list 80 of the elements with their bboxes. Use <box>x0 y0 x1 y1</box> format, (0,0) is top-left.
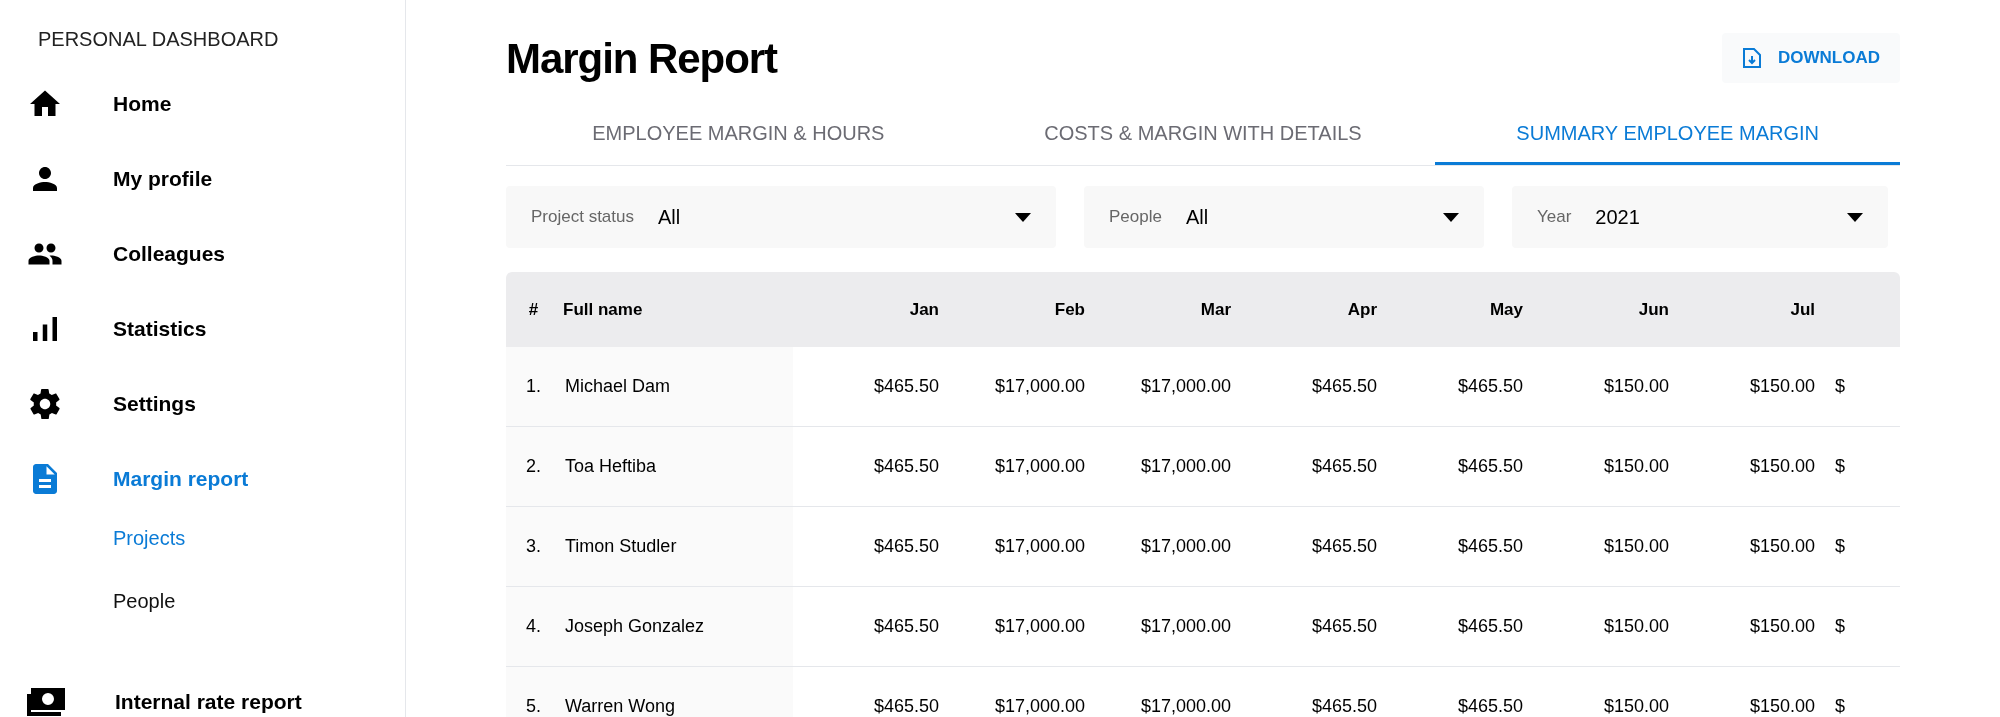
table-cell-text: $465.50 <box>872 455 939 478</box>
table-cell-text: $17,000.00 <box>993 455 1085 478</box>
table-cell-text: $ <box>1834 375 1845 398</box>
table-cell-text: $17,000.00 <box>1139 695 1231 717</box>
sidebar-item[interactable]: Settings <box>26 366 405 441</box>
column-header: Mar <box>1199 298 1231 321</box>
sidebar-item[interactable]: Statistics <box>26 291 405 366</box>
table-cell: Warren Wong <box>561 667 793 717</box>
table-cell-text: $17,000.00 <box>993 375 1085 398</box>
sidebar-item[interactable]: My profile <box>26 141 405 216</box>
table-cell-text: $17,000.00 <box>993 695 1085 717</box>
sidebar-subitem[interactable]: People <box>113 569 405 632</box>
tab[interactable]: COSTS & MARGIN WITH DETAILS <box>970 104 1436 165</box>
table-cell-text: $465.50 <box>872 615 939 638</box>
sidebar-item[interactable]: Colleagues <box>26 216 405 291</box>
column-header: May <box>1488 298 1523 321</box>
table-cell-text: $465.50 <box>872 535 939 558</box>
dropdown-field[interactable]: Project status All <box>506 186 1056 248</box>
table-cell-text: $465.50 <box>872 695 939 717</box>
table-cell-text: $17,000.00 <box>993 535 1085 558</box>
sidebar-item[interactable]: Home <box>26 66 405 141</box>
dropdown-field[interactable]: Year 2021 <box>1512 186 1888 248</box>
table-cell: 3. <box>506 507 561 586</box>
table-cell-text: $150.00 <box>1602 535 1669 558</box>
table-cell-text: $465.50 <box>1310 535 1377 558</box>
table-cell: 2. <box>506 427 561 506</box>
table-cell-text: $465.50 <box>872 375 939 398</box>
table-cell-text: $ <box>1834 535 1845 558</box>
table-cell-text: $465.50 <box>1456 615 1523 638</box>
file-download-icon <box>1742 47 1762 69</box>
cash-icon <box>27 688 65 716</box>
caret-icon <box>1847 212 1863 222</box>
table-cell-text: $ <box>1834 615 1845 638</box>
table-cell-text: $465.50 <box>1456 535 1523 558</box>
column-header: Apr <box>1346 298 1377 321</box>
column-header: Jun <box>1637 298 1669 321</box>
table-cell: Timon Studler <box>561 507 793 586</box>
dropdown-field[interactable]: People All <box>1084 186 1484 248</box>
table-cell-text: $ <box>1834 695 1845 717</box>
table-cell-text: $ <box>1834 455 1845 478</box>
table-cell: Michael Dam <box>561 347 793 426</box>
caret-icon <box>1443 212 1459 222</box>
table-cell-text: $150.00 <box>1748 615 1815 638</box>
table-cell-text: $465.50 <box>1310 455 1377 478</box>
table-cell-text: $150.00 <box>1602 455 1669 478</box>
table-cell-text: $17,000.00 <box>1139 375 1231 398</box>
column-header: Jan <box>908 298 939 321</box>
table-cell-text: $150.00 <box>1748 375 1815 398</box>
table-cell-text: $150.00 <box>1602 695 1669 717</box>
table-cell-text: $17,000.00 <box>1139 615 1231 638</box>
table-cell-text: $150.00 <box>1602 375 1669 398</box>
table-cell: 1. <box>506 347 561 426</box>
table-cell-text: $150.00 <box>1748 695 1815 717</box>
table-cell-text: $150.00 <box>1748 535 1815 558</box>
column-header: Feb <box>1053 298 1085 321</box>
column-header: Jul <box>1789 298 1815 321</box>
page-title: Margin Report <box>506 33 778 84</box>
table-cell-text: $465.50 <box>1456 695 1523 717</box>
tab[interactable]: EMPLOYEE MARGIN & HOURS <box>506 104 971 165</box>
column-header: # <box>527 298 540 321</box>
download-button[interactable]: DOWNLOAD <box>1722 33 1900 83</box>
table-cell-text: $465.50 <box>1310 695 1377 717</box>
caret-icon <box>1015 212 1031 222</box>
table-cell-text: $465.50 <box>1456 455 1523 478</box>
table-cell-text: $17,000.00 <box>1139 535 1231 558</box>
tab[interactable]: SUMMARY EMPLOYEE MARGIN <box>1435 104 1900 165</box>
table-cell-text: $150.00 <box>1602 615 1669 638</box>
table-cell-text: $150.00 <box>1748 455 1815 478</box>
table-cell-text: $465.50 <box>1456 375 1523 398</box>
table-cell-text: $465.50 <box>1310 615 1377 638</box>
table-cell-text: $17,000.00 <box>1139 455 1231 478</box>
column-header: Full name <box>562 298 644 321</box>
table-cell: 5. <box>506 667 561 717</box>
table-cell-text: $465.50 <box>1310 375 1377 398</box>
sidebar-item[interactable]: Internal rate report <box>26 687 405 717</box>
table-cell: Toa Heftiba <box>561 427 793 506</box>
table-cell: Joseph Gonzalez <box>561 587 793 666</box>
table-cell: 4. <box>506 587 561 666</box>
table-cell-text: $17,000.00 <box>993 615 1085 638</box>
sidebar-title: PERSONAL DASHBOARD <box>38 27 280 52</box>
